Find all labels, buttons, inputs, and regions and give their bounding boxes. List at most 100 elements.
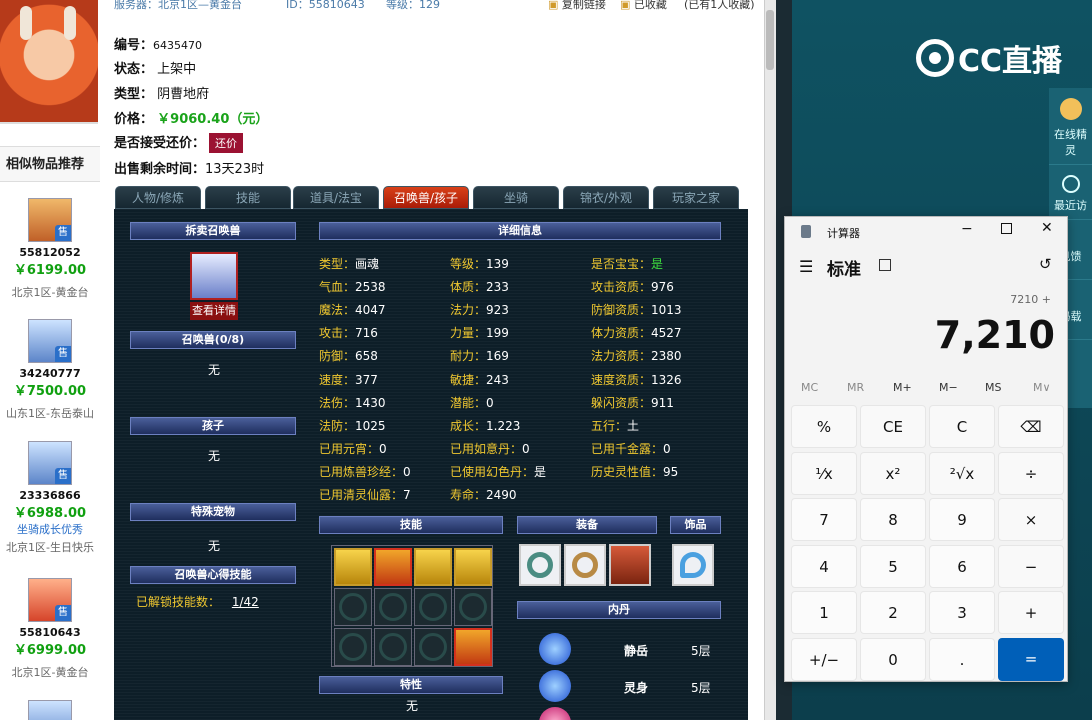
stat-cell: 已用清灵仙露：7 [319, 488, 411, 502]
equals-key[interactable]: = [998, 637, 1064, 681]
neidan-icon-2[interactable] [539, 670, 571, 702]
item-thumbnail[interactable]: 售 [28, 441, 72, 485]
clear-key[interactable]: C [929, 405, 995, 448]
digit-4-key[interactable]: 4 [791, 544, 857, 588]
divide-key[interactable]: ÷ [998, 451, 1064, 495]
equipment-title: 装备 [517, 516, 657, 534]
neidan-icon-1[interactable] [539, 633, 571, 665]
negate-key[interactable]: +/− [791, 637, 857, 681]
stat-cell: 等级：139 [450, 257, 509, 271]
similar-item-4[interactable]: 售 55810643 ￥6999.00 北京1区-黄金台 [0, 578, 100, 680]
stat-cell: 已用千金露：0 [591, 441, 671, 456]
tab-items[interactable]: 道具/法宝 [293, 186, 379, 209]
square-root-key[interactable]: ²√x [929, 451, 995, 495]
page-scrollbar-thumb[interactable] [766, 10, 774, 70]
memory-list[interactable]: M∨ [1033, 381, 1051, 394]
pets-value: 无 [208, 363, 221, 377]
stat-cell: 防御资质：1013 [591, 303, 682, 318]
minus-key[interactable]: − [998, 544, 1064, 588]
remaining-time-row: 出售剩余时间：13天23时 [114, 162, 265, 177]
stat-cell: 敏捷：243 [450, 372, 509, 387]
memory-store[interactable]: MS [985, 381, 1001, 394]
cc-eye-icon [916, 39, 954, 77]
trait-title: 特性 [319, 676, 503, 694]
tab-pets[interactable]: 召唤兽/孩子 [383, 186, 469, 209]
digit-2-key[interactable]: 2 [860, 591, 926, 634]
digit-8-key[interactable]: 8 [860, 498, 926, 541]
page-scrollbar[interactable] [764, 0, 776, 720]
skill-slot-1[interactable] [334, 548, 372, 586]
neidan-level-2: 5层 [691, 681, 711, 695]
square-key[interactable]: x² [860, 451, 926, 495]
skill-slot-empty [414, 628, 452, 666]
skill-slot-4[interactable] [454, 548, 492, 586]
item-thumbnail[interactable]: 售 [28, 578, 72, 622]
online-sprite-button[interactable]: 在线精灵 [1049, 88, 1092, 165]
skill-slot-3[interactable] [414, 548, 452, 586]
keep-on-top-icon[interactable] [879, 259, 891, 271]
calculator-window: 计算器 − ✕ ☰ 标准 ↺ 7210 + 7,210 MC MR M+ M− … [784, 216, 1068, 682]
equipment-slot-1[interactable] [519, 544, 561, 586]
neidan-level-1: 5层 [691, 644, 711, 658]
digit-0-key[interactable]: 0 [860, 637, 926, 681]
memory-recall[interactable]: MR [847, 381, 864, 394]
expression-display: 7210 + [1010, 293, 1051, 306]
tab-home[interactable]: 玩家之家 [653, 186, 739, 209]
memory-subtract[interactable]: M− [939, 381, 958, 394]
similar-item-3[interactable]: 售 23336866 ￥6988.00 坐骑成长优秀 北京1区-生日快乐 [0, 441, 100, 555]
memory-clear[interactable]: MC [801, 381, 818, 394]
copy-link-button[interactable]: ▣ 复制链接 [548, 0, 606, 11]
ornament-slot[interactable] [672, 544, 714, 586]
maximize-button[interactable] [1001, 223, 1012, 234]
similar-item-2[interactable]: 售 34240777 ￥7500.00 山东1区-东岳泰山 [0, 319, 100, 421]
calculator-titlebar[interactable]: 计算器 − ✕ [785, 217, 1067, 247]
reciprocal-key[interactable]: ¹⁄x [791, 451, 857, 495]
tab-mounts[interactable]: 坐骑 [473, 186, 559, 209]
tab-outfits[interactable]: 锦衣/外观 [563, 186, 649, 209]
skill-slot-2[interactable] [374, 548, 412, 586]
status-row: 状态： 上架中 [114, 62, 197, 77]
number-row: 编号：6435470 [114, 38, 203, 53]
stat-cell: 气血：2538 [319, 280, 386, 295]
neidan-icon-3[interactable] [539, 707, 571, 720]
similar-item-5[interactable] [0, 700, 100, 720]
digit-9-key[interactable]: 9 [929, 498, 995, 541]
memory-add[interactable]: M+ [893, 381, 912, 394]
similar-item-1[interactable]: 售 55812052 ￥6199.00 北京1区-黄金台 [0, 198, 100, 300]
tab-skills[interactable]: 技能 [205, 186, 291, 209]
decimal-key[interactable]: . [929, 637, 995, 681]
view-details-button[interactable]: 查看详情 [190, 302, 238, 320]
item-thumbnail[interactable]: 售 [28, 198, 72, 242]
digit-1-key[interactable]: 1 [791, 591, 857, 634]
multiply-key[interactable]: × [998, 498, 1064, 541]
pet-portrait[interactable] [190, 252, 238, 300]
tab-character[interactable]: 人物/修炼 [115, 186, 201, 209]
digit-7-key[interactable]: 7 [791, 498, 857, 541]
plus-key[interactable]: + [998, 591, 1064, 634]
favorited-button[interactable]: ▣ 已收藏 [620, 0, 667, 11]
close-button[interactable]: ✕ [1041, 220, 1053, 236]
server-text: 服务器：北京1区—黄金台 [114, 0, 242, 11]
counter-offer-button[interactable]: 还价 [209, 133, 244, 153]
stat-cell: 法伤：1430 [319, 395, 386, 410]
recent-visits-button[interactable]: 最近访 [1049, 165, 1092, 220]
history-icon[interactable]: ↺ [1039, 255, 1052, 273]
digit-5-key[interactable]: 5 [860, 544, 926, 588]
clear-entry-key[interactable]: CE [860, 405, 926, 448]
hamburger-menu-icon[interactable]: ☰ [799, 257, 813, 276]
equipment-slot-3[interactable] [609, 544, 651, 586]
pets-title: 召唤兽(0/8) [130, 331, 296, 349]
sprite-avatar-icon [1059, 98, 1082, 120]
digit-6-key[interactable]: 6 [929, 544, 995, 588]
minimize-button[interactable]: − [961, 221, 973, 237]
skill-slot-empty [334, 588, 372, 626]
calculator-title: 计算器 [827, 227, 860, 240]
skill-slot-special[interactable] [454, 628, 492, 666]
equipment-slot-2[interactable] [564, 544, 606, 586]
sold-badge: 售 [55, 225, 71, 241]
stat-cell: 已使用幻色丹：是 [450, 464, 547, 479]
percent-key[interactable]: % [791, 405, 857, 448]
digit-3-key[interactable]: 3 [929, 591, 995, 634]
item-thumbnail[interactable]: 售 [28, 319, 72, 363]
backspace-key[interactable]: ⌫ [998, 405, 1064, 448]
